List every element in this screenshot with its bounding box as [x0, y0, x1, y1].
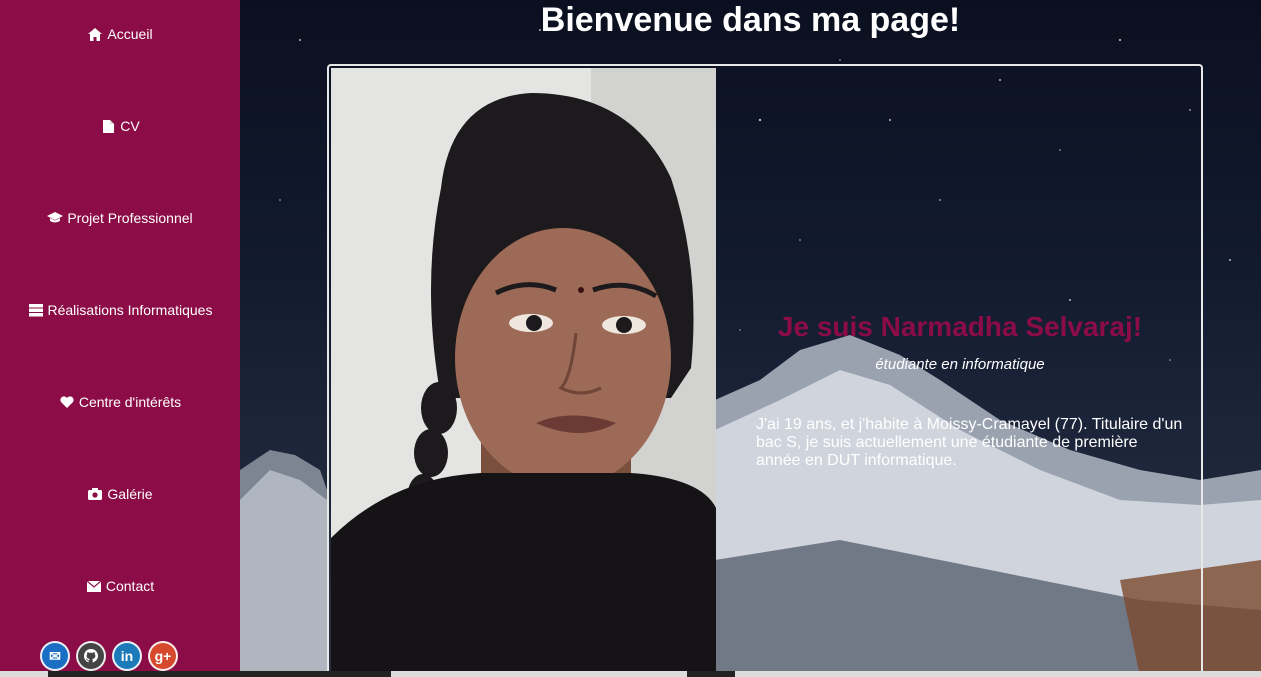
sidebar-nav: Accueil CV Projet Professionnel Réalisat…: [0, 0, 240, 671]
scrollbar-segment: [687, 671, 735, 677]
google-plus-icon[interactable]: g+: [148, 641, 178, 671]
sidebar-item-label: Accueil: [107, 26, 153, 42]
graduation-cap-icon: [47, 211, 64, 225]
sidebar-item-realisations-informatiques[interactable]: Réalisations Informatiques: [0, 298, 240, 322]
server-icon: [28, 303, 44, 317]
sidebar-item-contact[interactable]: Contact: [0, 574, 240, 598]
profile-bio: J'ai 19 ans, et j'habite à Moissy-Cramay…: [756, 416, 1183, 469]
file-icon: [100, 119, 116, 133]
intro-panel: Je suis Narmadha Selvaraj! étudiante en …: [717, 66, 1201, 677]
sidebar-item-label: Projet Professionnel: [67, 210, 193, 226]
profile-name: Je suis Narmadha Selvaraj!: [777, 311, 1143, 342]
heart-icon: [59, 395, 75, 409]
home-icon: [87, 27, 103, 41]
social-links: ✉ in g+: [40, 641, 178, 671]
sidebar-item-label: Centre d'intérêts: [78, 394, 182, 410]
mail-icon[interactable]: ✉: [40, 641, 70, 671]
profile-card: Je suis Narmadha Selvaraj! étudiante en …: [327, 64, 1203, 677]
page-title: Bienvenue dans ma page!: [540, 1, 961, 39]
profile-subtitle: étudiante en informatique: [875, 356, 1045, 373]
horizontal-scrollbar[interactable]: [0, 671, 1261, 677]
profile-photo: [331, 68, 716, 677]
envelope-icon: [86, 579, 102, 593]
sidebar-item-label: Contact: [105, 578, 155, 594]
sidebar-item-projet-professionnel[interactable]: Projet Professionnel: [0, 206, 240, 230]
sidebar-item-galerie[interactable]: Galérie: [0, 482, 240, 506]
sidebar-item-label: CV: [120, 118, 140, 134]
sidebar-item-centre-interets[interactable]: Centre d'intérêts: [0, 390, 240, 414]
linkedin-icon[interactable]: in: [112, 641, 142, 671]
sidebar-item-label: Réalisations Informatiques: [47, 302, 213, 318]
sidebar-item-label: Galérie: [107, 486, 153, 502]
sidebar-item-cv[interactable]: CV: [0, 114, 240, 138]
scrollbar-thumb[interactable]: [48, 671, 391, 677]
camera-icon: [87, 487, 103, 501]
sidebar-item-accueil[interactable]: Accueil: [0, 22, 240, 46]
github-icon[interactable]: [76, 641, 106, 671]
